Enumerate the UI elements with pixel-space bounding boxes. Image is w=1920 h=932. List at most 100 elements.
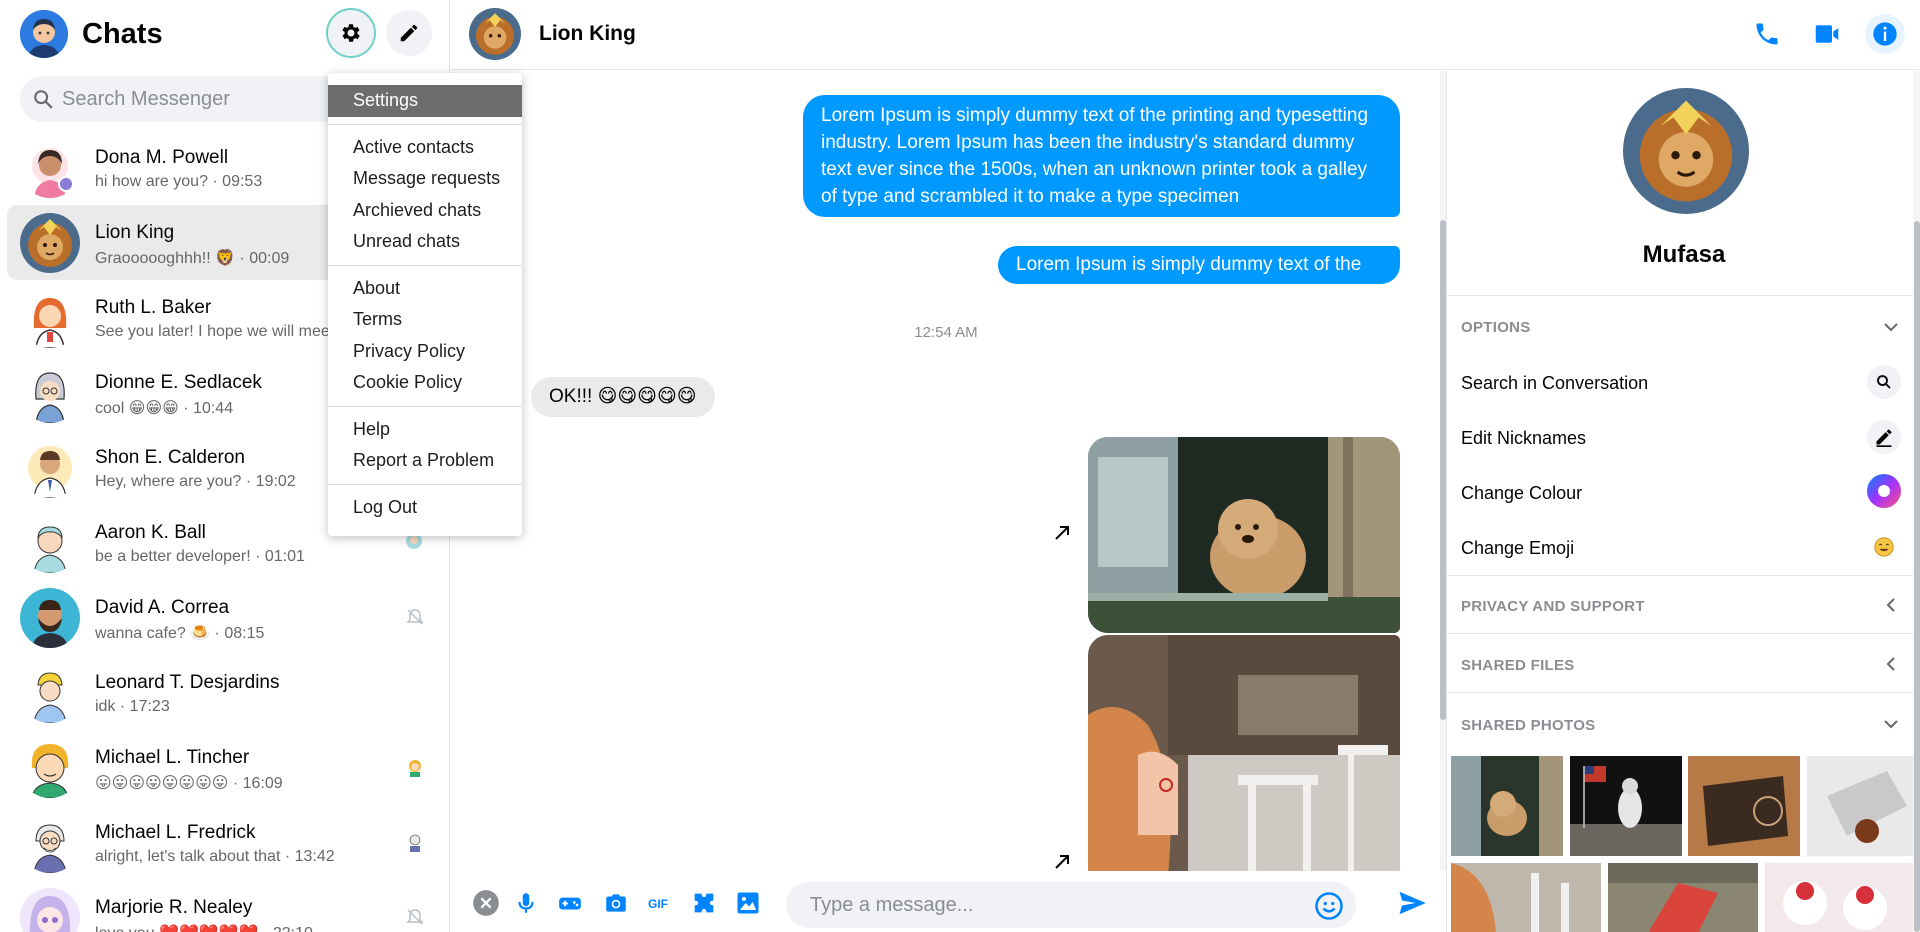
menu-item-archived-chats[interactable]: Archieved chats (328, 195, 522, 227)
chat-item-david-correa[interactable]: David A. Correa wanna cafe? 🍮 · 08:15 (7, 580, 447, 655)
conversation-header: Lion King (451, 0, 1920, 70)
option-edit-nicknames[interactable]: Edit Nicknames (1461, 428, 1586, 449)
gif-icon[interactable]: GIF (645, 888, 675, 918)
conversation-title[interactable]: Lion King (539, 22, 636, 46)
menu-item-log-out[interactable]: Log Out (328, 492, 522, 524)
menu-item-about[interactable]: About (328, 273, 522, 305)
chat-preview: be a better developer! · 01:01 (95, 548, 305, 565)
shared-photo-thumb[interactable] (1765, 863, 1913, 932)
avatar (20, 663, 80, 723)
send-icon[interactable] (1397, 888, 1427, 918)
message-thread: Lorem Ipsum is simply dummy text of the … (451, 71, 1446, 871)
chat-preview: cool 😁😁😁 · 10:44 (95, 400, 234, 417)
menu-divider (328, 483, 522, 485)
menu-item-message-requests[interactable]: Message requests (328, 163, 522, 195)
menu-divider (328, 123, 522, 125)
chat-item-leonard-desjardins[interactable]: Leonard T. Desjardins idk · 17:23 (7, 655, 447, 730)
chevron-down-icon[interactable] (1881, 714, 1901, 734)
messenger-app: Chats Dona M. Powell hi how are you? · 0… (0, 0, 1920, 932)
chat-item-michael-fredrick[interactable]: Michael L. Fredrick alright, let's talk … (7, 805, 447, 880)
shared-photo-thumb[interactable] (1688, 756, 1800, 856)
sidebar-header: Chats (20, 8, 432, 60)
chat-name: Leonard T. Desjardins (95, 672, 280, 693)
color-swatch-icon[interactable] (1867, 474, 1901, 508)
emoji-icon[interactable] (1314, 891, 1344, 926)
phone-icon (1756, 23, 1778, 45)
chat-name: Michael L. Fredrick (95, 822, 256, 843)
chat-name: Dona M. Powell (95, 147, 229, 168)
outgoing-message[interactable]: Lorem Ipsum is simply dummy text of the (998, 246, 1400, 284)
section-options[interactable]: OPTIONS (1461, 319, 1531, 336)
search-input[interactable] (62, 76, 362, 122)
menu-item-help[interactable]: Help (328, 414, 522, 446)
menu-item-terms[interactable]: Terms (328, 304, 522, 336)
chat-preview: 😛😛😛😛😛😛😛😛 · 16:09 (95, 775, 283, 792)
option-change-emoji[interactable]: Change Emoji (1461, 538, 1574, 559)
chat-name: Lion King (95, 222, 175, 243)
option-change-colour[interactable]: Change Colour (1461, 483, 1582, 504)
settings-button[interactable] (328, 10, 374, 56)
close-circle-icon[interactable] (471, 888, 501, 918)
menu-item-active-contacts[interactable]: Active contacts (328, 132, 522, 164)
section-shared-photos[interactable]: SHARED PHOTOS (1461, 717, 1595, 734)
search-icon (34, 90, 53, 109)
voice-call-button[interactable] (1747, 14, 1787, 54)
search-icon[interactable] (1867, 365, 1901, 399)
chat-name: Michael L. Tincher (95, 747, 250, 768)
camera-icon[interactable] (601, 888, 631, 918)
shared-photo-thumb[interactable] (1451, 863, 1601, 932)
menu-item-settings[interactable]: Settings (328, 85, 522, 117)
menu-divider (328, 405, 522, 407)
shared-photo-thumb[interactable] (1451, 756, 1563, 856)
conversation-info-button[interactable] (1865, 14, 1905, 54)
chevron-left-icon[interactable] (1881, 654, 1901, 674)
image-icon[interactable] (733, 888, 763, 918)
avatar (20, 213, 80, 273)
message-input[interactable] (810, 882, 1290, 928)
my-avatar[interactable] (20, 10, 68, 58)
message-input-box[interactable] (786, 882, 1356, 928)
details-scrollbar-thumb[interactable] (1914, 221, 1920, 932)
chat-item-marjorie-nealey[interactable]: Marjorie R. Nealey love you ❤️❤️❤️❤️❤️ ·… (7, 880, 447, 932)
info-icon (1873, 22, 1897, 46)
video-icon (1815, 25, 1839, 43)
avatar (20, 438, 80, 498)
seen-avatar (405, 757, 427, 779)
shared-photo-thumb[interactable] (1807, 756, 1913, 856)
chat-item-michael-tincher[interactable]: Michael L. Tincher 😛😛😛😛😛😛😛😛 · 16:09 (7, 730, 447, 805)
sticker-icon[interactable] (689, 888, 719, 918)
conversation-avatar[interactable] (469, 8, 521, 60)
incoming-message[interactable]: OK!!! 😋😋😋😋😋 (531, 377, 715, 417)
shared-photo-thumb[interactable] (1608, 863, 1758, 932)
expand-arrow-icon[interactable] (1051, 851, 1073, 871)
emoji-icon[interactable] (1867, 530, 1901, 564)
menu-item-cookie-policy[interactable]: Cookie Policy (328, 367, 522, 399)
chat-name: Aaron K. Ball (95, 522, 206, 543)
message-composer: GIF (451, 872, 1446, 932)
chat-preview: hi how are you? · 09:53 (95, 173, 263, 190)
shared-photo-dog[interactable] (1088, 437, 1400, 633)
option-search-conversation[interactable]: Search in Conversation (1461, 373, 1648, 394)
menu-item-privacy-policy[interactable]: Privacy Policy (328, 336, 522, 368)
chat-preview: alright, let's talk about that · 13:42 (95, 848, 335, 865)
expand-arrow-icon[interactable] (1051, 522, 1073, 544)
section-privacy-support[interactable]: PRIVACY AND SUPPORT (1461, 598, 1645, 615)
new-message-button[interactable] (386, 10, 432, 56)
menu-item-report-problem[interactable]: Report a Problem (328, 445, 522, 477)
section-shared-files[interactable]: SHARED FILES (1461, 657, 1575, 674)
avatar (20, 588, 80, 648)
avatar (20, 288, 80, 348)
menu-divider (328, 264, 522, 266)
outgoing-message[interactable]: Lorem Ipsum is simply dummy text of the … (803, 95, 1400, 217)
video-call-button[interactable] (1807, 14, 1847, 54)
shared-photo-thumb[interactable] (1570, 756, 1682, 856)
chevron-down-icon[interactable] (1881, 317, 1901, 337)
divider (1447, 633, 1920, 634)
chevron-left-icon[interactable] (1881, 595, 1901, 615)
gamepad-icon[interactable] (555, 888, 585, 918)
microphone-icon[interactable] (511, 888, 541, 918)
muted-icon (405, 607, 427, 629)
pencil-icon[interactable] (1867, 420, 1901, 454)
shared-photo-cafe[interactable] (1088, 635, 1400, 871)
menu-item-unread-chats[interactable]: Unread chats (328, 226, 522, 258)
